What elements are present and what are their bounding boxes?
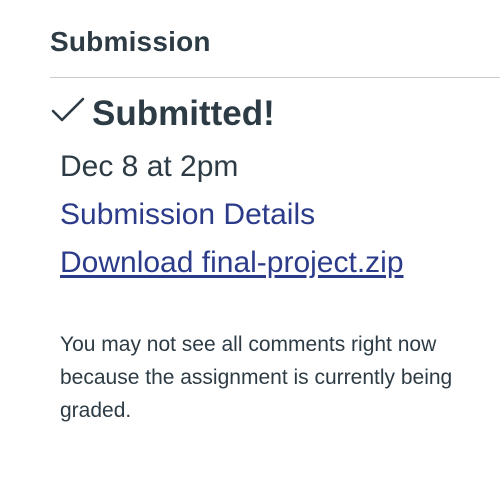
checkmark-icon	[50, 96, 86, 126]
submission-date: Dec 8 at 2pm	[60, 150, 239, 183]
submission-details-link[interactable]: Submission Details	[60, 196, 315, 234]
submission-status: Submitted!	[50, 92, 275, 136]
grading-notice: You may not see all comments right now b…	[60, 333, 453, 422]
status-label: Submitted!	[92, 94, 275, 133]
submission-heading: Submission	[50, 26, 211, 57]
divider	[50, 77, 500, 78]
download-file-link[interactable]: Download final-project.zip	[60, 244, 404, 282]
